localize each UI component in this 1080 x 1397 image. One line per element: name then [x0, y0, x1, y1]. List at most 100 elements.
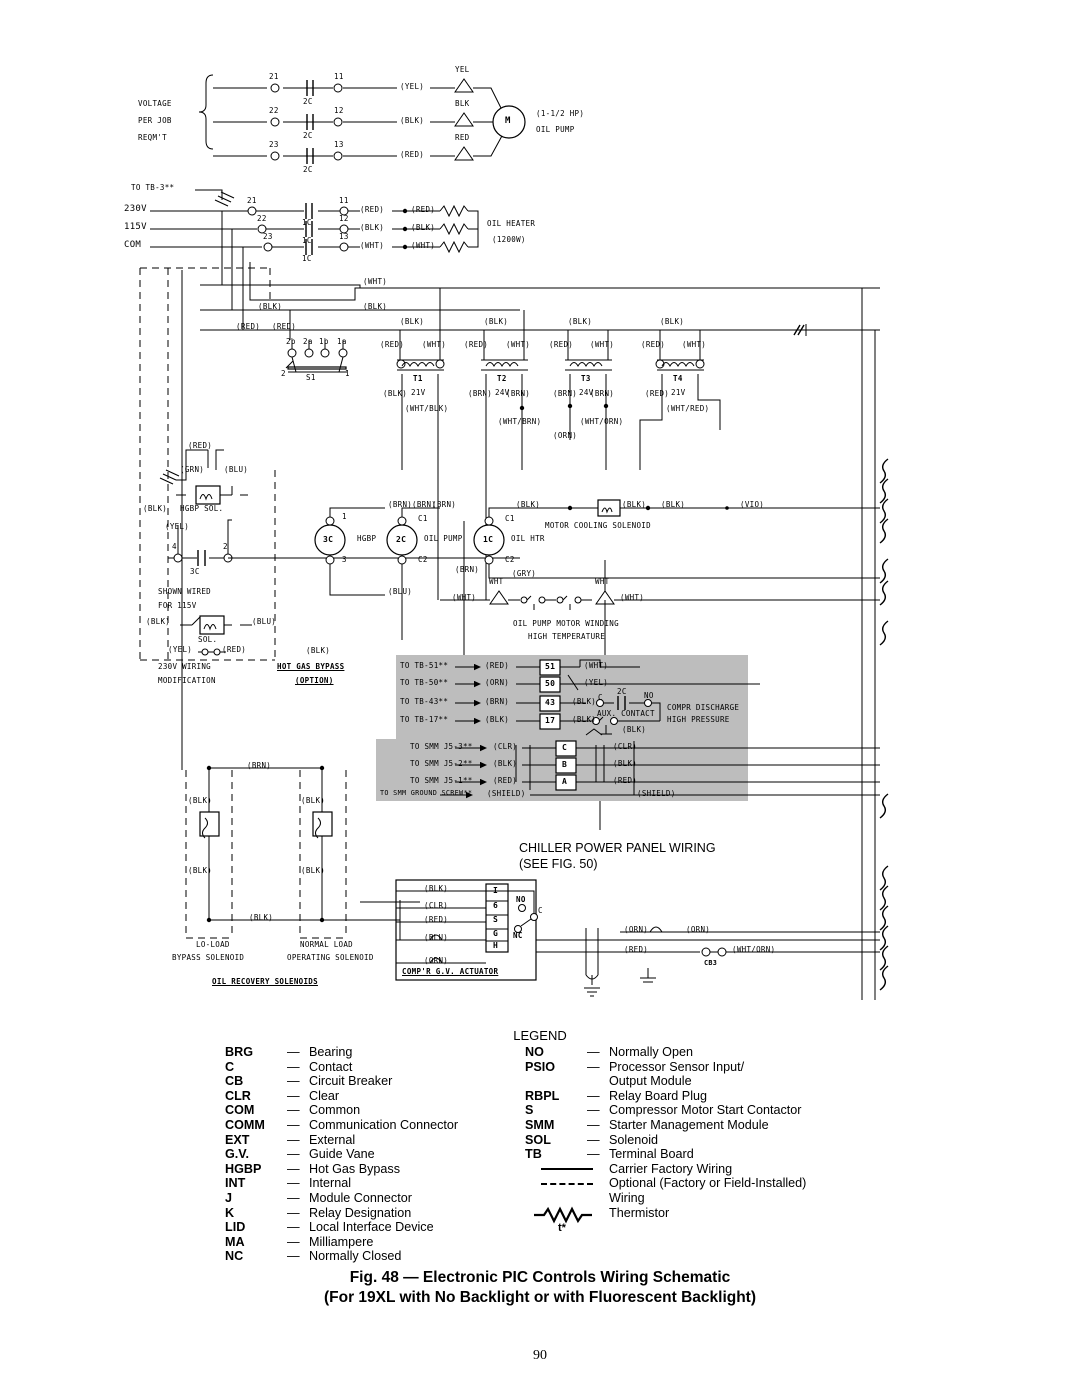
hgbp-mod-red: (RED)	[222, 645, 247, 654]
winding-label-1: OIL PUMP MOTOR WINDING	[513, 619, 619, 628]
t3-sec-tap: (ORN)	[553, 431, 578, 440]
heater-wire-red-b: (RED)	[411, 205, 436, 214]
legend-desc: Carrier Factory Wiring	[609, 1161, 733, 1176]
legend-item: SOL — Solenoid	[525, 1133, 855, 1148]
gv-wire-blk: (BLK)	[424, 884, 449, 893]
switch-pole-1a: 1a	[337, 337, 347, 346]
lead-blk: BLK	[455, 99, 470, 108]
legend-dash: —	[287, 1205, 300, 1220]
legend-desc: Compressor Motor Start Contactor	[609, 1103, 802, 1118]
thermistor-icon: t*	[525, 1206, 609, 1232]
hgbp-option-title2: (OPTION)	[295, 676, 334, 685]
panel-row-4-color: (CLR)	[493, 742, 518, 751]
recovery-left-label1: LO-LOAD	[196, 940, 230, 949]
legend-desc: Relay Designation	[309, 1205, 412, 1220]
dashed-line-icon	[525, 1176, 609, 1191]
legend-abbr: NC	[225, 1249, 244, 1264]
figure-caption: Fig. 48 — Electronic PIC Controls Wiring…	[0, 1268, 1080, 1308]
legend-item: BRG — Bearing	[225, 1045, 525, 1060]
motor-cooling-blk3: (BLK)	[661, 500, 686, 509]
panel-row-3-color: (BLK)	[485, 715, 510, 724]
legend-abbr: BRG	[225, 1045, 253, 1059]
legend: LEGEND BRG — Bearing C — Contact CB — Circuit …	[0, 1028, 1080, 1264]
motor-cooling-brn: (BRN)	[432, 500, 457, 509]
t1-name: T1	[413, 374, 423, 383]
legend-item: J — Module Connector	[225, 1191, 525, 1206]
winding-wht-right: (WHT)	[620, 593, 645, 602]
lead-red: RED	[455, 133, 470, 142]
legend-dash: —	[287, 1088, 300, 1103]
panel-row-3-out: (BLK)	[572, 715, 597, 724]
terminal-21: 21	[269, 72, 279, 81]
legend-abbr: CLR	[225, 1088, 251, 1103]
legend-dash: —	[287, 1074, 300, 1089]
bus-red2: (RED)	[272, 322, 297, 331]
panel-row-1-color: (ORN)	[485, 678, 510, 687]
caption-line-2: (For 19XL with No Backlight or with Fluo…	[323, 1289, 757, 1306]
legend-item: NC — Normally Closed	[225, 1249, 525, 1264]
gv-cb3: CB3	[704, 959, 718, 967]
legend-desc: External	[309, 1132, 356, 1147]
hgbp-blu: (BLU)	[224, 465, 249, 474]
legend-right-column: NO — Normally Open PSIO — Processor Sensor I…	[525, 1045, 855, 1264]
oil-htr-c2: C2	[505, 555, 515, 564]
t2-pri-right: (WHT)	[506, 340, 531, 349]
legend-abbr: TB	[525, 1147, 542, 1162]
t4-top: (BLK)	[660, 317, 685, 326]
hgbp-mod-yel: (YEL)	[168, 645, 193, 654]
switch-pos-1: 1	[345, 369, 350, 378]
legend-desc: Communication Connector	[309, 1117, 459, 1132]
page-number: 90	[533, 1348, 547, 1363]
legend-desc: Circuit Breaker	[309, 1074, 393, 1089]
heater-wire-wht-a: (WHT)	[360, 241, 385, 250]
discharge-line1: COMPR DISCHARGE	[667, 703, 740, 712]
legend-abbr: LID	[225, 1220, 246, 1235]
gv-wire-orn: (ORN)	[424, 956, 449, 965]
aux-2c: 2C	[617, 687, 627, 696]
t4-pri-right: (WHT)	[682, 340, 707, 349]
legend-item: EXT — External	[225, 1133, 525, 1148]
legend-dash: —	[587, 1059, 600, 1074]
winding-lead-right: WHT	[595, 577, 610, 586]
legend-item: INT — Internal	[225, 1176, 525, 1191]
bus-wht: (WHT)	[363, 277, 388, 286]
legend-item: PSIO — Processor Sensor Input/	[525, 1060, 855, 1075]
legend-item: MA — Milliampere	[225, 1235, 525, 1250]
legend-dash: —	[587, 1103, 600, 1118]
legend-abbr: RBPL	[525, 1088, 560, 1103]
panel-row-5-term: B	[562, 760, 568, 769]
legend-dash: —	[587, 1045, 600, 1059]
aux-no: NO	[644, 691, 654, 700]
legend-dash: —	[587, 1147, 600, 1162]
oil-htr-brn: (BRN)	[455, 565, 480, 574]
rail-230v: 230V	[124, 204, 147, 214]
voltage-note-line1: VOLTAGE	[138, 99, 172, 108]
oil-heater-label: OIL HEATER	[487, 219, 536, 228]
legend-symbol-item: t* Thermistor	[525, 1206, 855, 1232]
heater-wire-blk-a: (BLK)	[360, 223, 385, 232]
t2-top: (BLK)	[484, 317, 509, 326]
panel-row-7-color: (SHIELD)	[487, 789, 526, 798]
legend-item: CB — Circuit Breaker	[225, 1074, 525, 1089]
contact-1c-1: 1C	[302, 218, 312, 227]
legend-dash: —	[587, 1117, 600, 1132]
legend-abbr: G.V.	[225, 1147, 250, 1162]
panel-row-5-out: (BLK)	[613, 759, 638, 768]
legend-dash: —	[587, 1132, 600, 1147]
legend-abbr: K	[225, 1205, 235, 1220]
recovery-brn: (BRN)	[247, 761, 272, 770]
t1-sec-left: (BLK)	[383, 389, 408, 398]
t3-pri-left: (RED)	[549, 340, 574, 349]
legend-abbr: J	[225, 1190, 233, 1205]
legend-item: S — Compressor Motor Start Contactor	[525, 1103, 855, 1118]
panel-row-2-term: 43	[545, 698, 556, 707]
legend-desc: Processor Sensor Input/	[609, 1059, 745, 1074]
terminal-11: 11	[334, 72, 344, 81]
switch-pole-2b: 2b	[286, 337, 296, 346]
oil-htr-c1: C1	[505, 514, 515, 523]
legend-desc: Module Connector	[309, 1190, 412, 1205]
legend-dash: —	[287, 1234, 300, 1249]
legend-item: NO — Normally Open	[525, 1045, 855, 1060]
oil-pump-label: OIL PUMP	[536, 125, 575, 134]
caption-line-1: Fig. 48 — Electronic PIC Controls Wiring…	[349, 1269, 731, 1286]
